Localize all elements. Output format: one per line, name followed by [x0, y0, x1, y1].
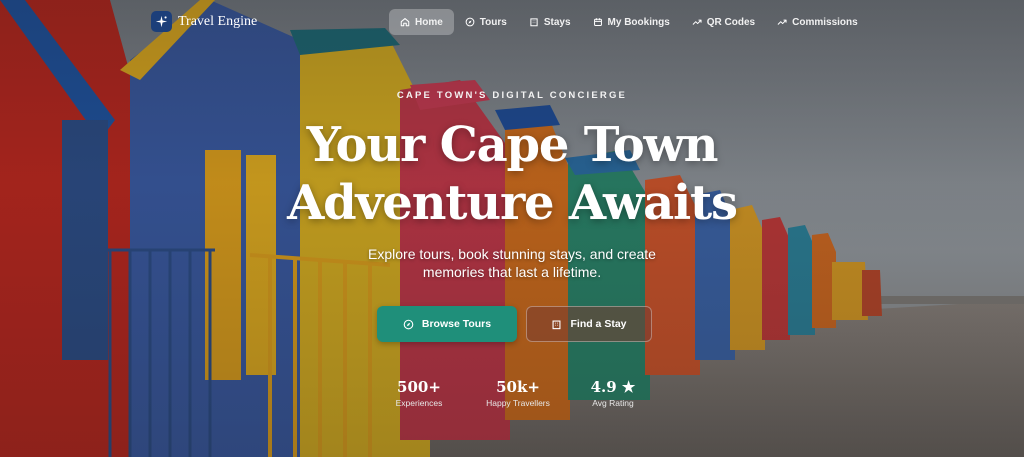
nav-item-home[interactable]: Home — [389, 9, 454, 35]
browse-tours-label: Browse Tours — [421, 318, 492, 330]
nav-item-label: Commissions — [792, 16, 858, 28]
hero-section: Travel Engine Home Tours Stays My Bookin… — [0, 0, 1024, 457]
hero-subtitle: Explore tours, book stunning stays, and … — [0, 245, 1024, 281]
hero-title-line: Adventure Awaits — [287, 175, 738, 231]
find-a-stay-label: Find a Stay — [570, 318, 627, 330]
stat-label: Happy Travellers — [486, 398, 550, 408]
stat-value: 500+ — [397, 378, 441, 396]
hero-title: Your Cape Town Adventure Awaits — [0, 116, 1024, 232]
building-icon — [530, 18, 538, 27]
nav-item-commissions[interactable]: Commissions — [766, 9, 869, 35]
hero-title-line: Your Cape Town — [306, 117, 719, 173]
hero-eyebrow: CAPE TOWN'S DIGITAL CONCIERGE — [396, 90, 628, 101]
hero-subtitle-line: memories that last a lifetime. — [422, 264, 602, 280]
trend-icon — [692, 19, 702, 25]
stat-label: Avg Rating — [592, 398, 634, 408]
nav-item-label: QR Codes — [706, 16, 756, 28]
nav-item-label: Tours — [479, 16, 507, 28]
stat-happy-travellers: 50k+ Happy Travellers — [468, 378, 568, 408]
nav-item-label: My Bookings — [607, 16, 670, 28]
nav-item-label: Stays — [543, 16, 571, 28]
stat-experiences: 500+ Experiences — [369, 378, 469, 408]
nav-item-label: Home — [415, 16, 443, 28]
compass-icon — [403, 319, 414, 329]
stat-avg-rating: 4.9 ★ Avg Rating — [563, 378, 663, 408]
brand[interactable]: Travel Engine — [151, 11, 257, 32]
nav-item-tours[interactable]: Tours — [454, 9, 518, 35]
top-navigation: Travel Engine Home Tours Stays My Bookin… — [0, 0, 1024, 44]
nav-item-stays[interactable]: Stays — [518, 9, 582, 35]
home-icon — [400, 18, 410, 27]
browse-tours-button[interactable]: Browse Tours — [377, 306, 517, 342]
hero-subtitle-line: Explore tours, book stunning stays, and … — [368, 246, 656, 262]
building-icon — [552, 320, 561, 329]
calendar-icon — [593, 18, 602, 26]
stat-value: 4.9 ★ — [590, 378, 636, 396]
find-a-stay-button[interactable]: Find a Stay — [526, 306, 652, 342]
stat-value: 50k+ — [496, 378, 540, 396]
trend-icon — [777, 19, 787, 25]
nav-item-qr-codes[interactable]: QR Codes — [681, 9, 766, 35]
stat-label: Experiences — [395, 398, 443, 408]
sparkle-logo-icon — [151, 11, 172, 32]
nav-item-my-bookings[interactable]: My Bookings — [582, 9, 681, 35]
compass-icon — [465, 17, 475, 27]
brand-name: Travel Engine — [178, 13, 258, 29]
nav-menu: Home Tours Stays My Bookings QR Codes Co… — [389, 9, 869, 35]
